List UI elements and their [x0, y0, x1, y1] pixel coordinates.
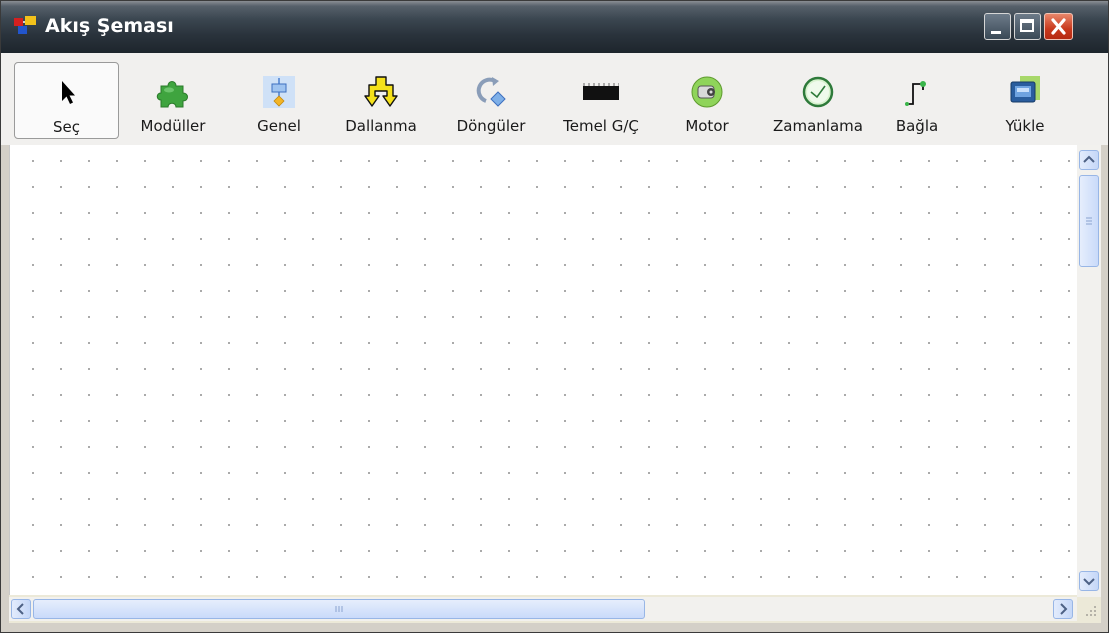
- cursor-arrow-icon: [49, 75, 85, 111]
- scroll-left-button[interactable]: [11, 599, 31, 619]
- flowchart-window: Akış Şeması Seç Modüller Genel Dallanma …: [0, 0, 1109, 633]
- horizontal-scroll-thumb[interactable]: [33, 599, 645, 619]
- tool-label: Seç: [53, 118, 80, 136]
- tool-label: Yükle: [1005, 117, 1045, 135]
- tool-label: Zamanlama: [773, 117, 863, 135]
- download-device-icon: [1007, 74, 1043, 110]
- branch-icon: [363, 74, 399, 110]
- tool-motor[interactable]: Motor: [657, 62, 757, 139]
- tool-palette: Seç Modüller Genel Dallanma Döngüler Tem…: [1, 53, 1108, 145]
- motor-icon: [689, 74, 725, 110]
- chevron-right-icon: [1060, 603, 1068, 615]
- flowchart-canvas[interactable]: [9, 145, 1077, 595]
- vertical-scroll-thumb[interactable]: [1079, 175, 1099, 267]
- tool-moduller[interactable]: Modüller: [123, 62, 223, 139]
- minimize-button[interactable]: [984, 13, 1011, 40]
- tool-donguler[interactable]: Döngüler: [441, 62, 541, 139]
- grip-lines-icon: [335, 606, 343, 612]
- resize-grip[interactable]: [1077, 597, 1101, 621]
- tool-zamanlama[interactable]: Zamanlama: [763, 62, 873, 139]
- puzzle-piece-icon: [155, 74, 191, 110]
- tool-label: Dallanma: [345, 117, 417, 135]
- chevron-left-icon: [16, 603, 24, 615]
- tool-label: Genel: [257, 117, 301, 135]
- title-bar[interactable]: Akış Şeması: [1, 1, 1108, 53]
- tool-dallanma[interactable]: Dallanma: [331, 62, 431, 139]
- scroll-down-button[interactable]: [1079, 571, 1099, 591]
- process-block-icon: [261, 74, 297, 110]
- chip-io-icon: [583, 74, 619, 110]
- clock-icon: [800, 74, 836, 110]
- loop-icon: [473, 74, 509, 110]
- scroll-up-button[interactable]: [1079, 150, 1099, 170]
- tool-label: Motor: [685, 117, 729, 135]
- maximize-icon: [1020, 19, 1034, 32]
- maximize-button[interactable]: [1014, 13, 1041, 40]
- minimize-icon: [991, 31, 1001, 34]
- close-button[interactable]: [1044, 13, 1073, 40]
- close-icon: [1045, 14, 1072, 39]
- vertical-scrollbar[interactable]: [1077, 145, 1101, 597]
- chevron-up-icon: [1083, 155, 1095, 163]
- grip-lines-icon: [1086, 217, 1092, 225]
- horizontal-scrollbar[interactable]: [9, 597, 1077, 621]
- window-frame-bottom: [1, 623, 1108, 632]
- tool-bagla[interactable]: Bağla: [867, 62, 967, 139]
- tool-label: Bağla: [895, 117, 939, 135]
- tool-genel[interactable]: Genel: [229, 62, 329, 139]
- tool-yukle[interactable]: Yükle: [975, 62, 1075, 139]
- tool-temel-gc[interactable]: Temel G/Ç: [546, 62, 656, 139]
- resize-grip-icon: [1086, 606, 1096, 616]
- tool-label: Döngüler: [456, 117, 526, 135]
- tool-sec[interactable]: Seç: [14, 62, 119, 139]
- connect-wire-icon: [899, 74, 935, 110]
- flowchart-app-icon: [13, 14, 39, 36]
- window-title: Akış Şeması: [45, 15, 174, 37]
- scroll-right-button[interactable]: [1053, 599, 1073, 619]
- tool-label: Temel G/Ç: [563, 117, 639, 135]
- chevron-down-icon: [1083, 578, 1095, 586]
- tool-label: Modüller: [140, 117, 206, 135]
